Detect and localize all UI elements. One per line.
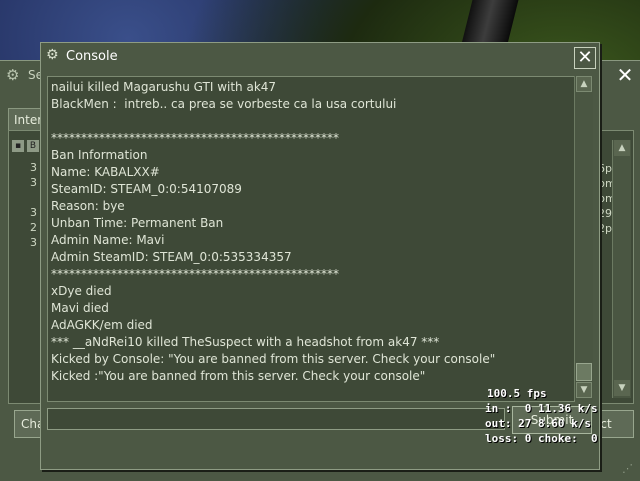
log-line: Ban Information (51, 148, 148, 162)
log-line: nailui killed Magarushu GTI with ak47 (51, 80, 277, 94)
scroll-up-icon[interactable]: ▲ (576, 76, 592, 92)
log-line: Kicked by Console: "You are banned from … (51, 352, 496, 366)
lock-icon[interactable]: ▪ (12, 140, 24, 152)
net-graph-loss: loss: 0 choke: 0 (485, 432, 598, 445)
steam-icon: ⚙ (46, 47, 59, 63)
console-scrollbar[interactable]: ▲ ▼ (574, 76, 593, 400)
console-title: Console (66, 49, 118, 64)
net-graph-in: in : 0 11.36 k/s (485, 402, 598, 415)
log-line: ****************************************… (51, 131, 339, 145)
console-log-lines: nailui killed Magarushu GTI with ak47 Bla… (51, 79, 571, 385)
list-item: 3 (30, 161, 37, 174)
list-item: 3 (30, 176, 37, 189)
log-line: Kicked :"You are banned from this server… (51, 369, 426, 383)
log-line: Admin Name: Mavi (51, 233, 165, 247)
server-list-header: ▪ B (8, 140, 40, 154)
log-line: SteamID: STEAM_0:0:54107089 (51, 182, 242, 196)
net-graph-out: out: 27 8.60 k/s (485, 417, 591, 430)
log-line: Unban Time: Permanent Ban (51, 216, 224, 230)
log-line: Admin SteamID: STEAM_0:0:535334357 (51, 250, 292, 264)
list-item: 2 (30, 221, 37, 234)
steam-icon: ⚙ (6, 66, 20, 84)
log-line: AdAGKK/em died (51, 318, 153, 332)
log-line: *** __aNdRei10 killed TheSuspect with a … (51, 335, 440, 349)
net-graph: 100.5 fps in : 0 11.36 k/s out: 27 8.60 … (485, 386, 635, 446)
server-list-scrollbar[interactable]: ▲ ▼ (612, 140, 631, 398)
log-line: Mavi died (51, 301, 109, 315)
list-item: 3 (30, 236, 37, 249)
log-line: Name: KABALXX# (51, 165, 160, 179)
resize-grip-icon[interactable]: ⋰ (622, 462, 636, 476)
net-graph-fps: 100.5 fps (487, 387, 547, 400)
server-browser-close-icon[interactable]: ✕ (614, 64, 636, 86)
log-line: ****************************************… (51, 267, 339, 281)
bot-icon[interactable]: B (27, 140, 39, 152)
console-command-input[interactable] (47, 408, 505, 430)
log-line: xDye died (51, 284, 112, 298)
scroll-up-icon[interactable]: ▲ (614, 140, 630, 156)
log-line: Reason: bye (51, 199, 125, 213)
log-line: BlackMen : intreb.. ca prea se vorbeste … (51, 97, 397, 111)
list-item: 3 (30, 206, 37, 219)
scroll-thumb[interactable] (576, 363, 592, 381)
console-log[interactable]: nailui killed Magarushu GTI with ak47 Bla… (47, 76, 575, 402)
close-icon[interactable]: ✕ (574, 47, 596, 69)
